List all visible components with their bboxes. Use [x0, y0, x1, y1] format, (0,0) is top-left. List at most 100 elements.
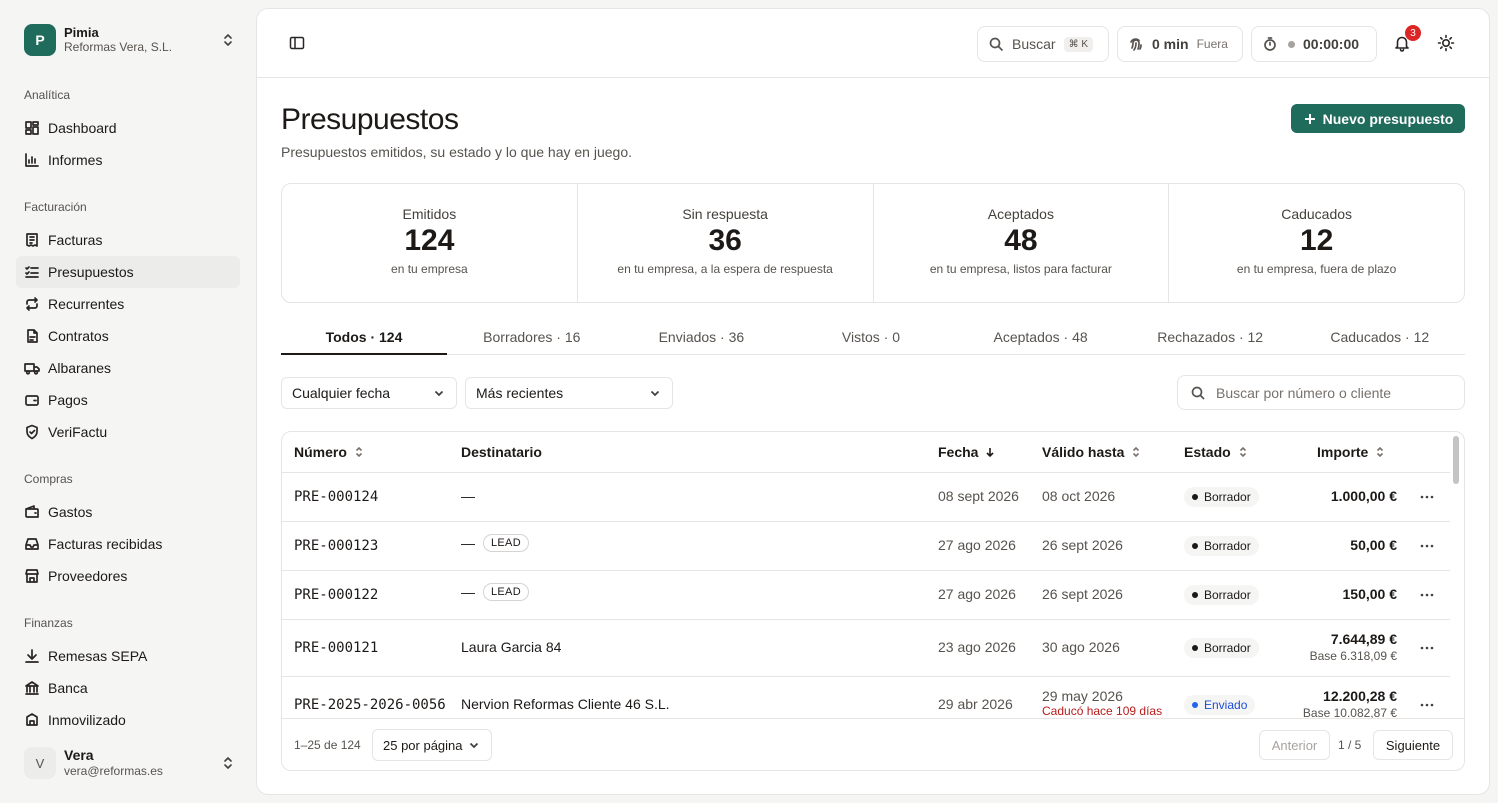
stat-note: en tu empresa, a la espera de respuesta [617, 262, 833, 276]
valid-until: 08 oct 2026 [1042, 488, 1116, 504]
new-quote-button[interactable]: Nuevo presupuesto [1291, 104, 1465, 133]
status-badge: Borrador [1184, 536, 1259, 556]
store-icon [25, 569, 39, 583]
sidebar-item-dashboard[interactable]: Dashboard [16, 112, 240, 144]
stat-aceptados: Aceptados 48 en tu empresa, listos para … [874, 184, 1170, 302]
tab-todos[interactable]: Todos · 124 [281, 323, 447, 355]
time-status: Fuera [1196, 37, 1228, 51]
org-logo: P [24, 24, 56, 56]
sidebar-item-contratos[interactable]: Contratos [16, 320, 240, 352]
time-tracking-button[interactable]: 0 min Fuera [1117, 26, 1243, 62]
col-label: Estado [1184, 444, 1231, 460]
more-horizontal-icon[interactable] [1419, 697, 1435, 713]
user-menu[interactable]: V Vera vera@reformas.es [24, 747, 236, 779]
sidebar-item-informes[interactable]: Informes [16, 144, 240, 176]
amount-cell: 50,00 € [1277, 537, 1397, 553]
sidebar-item-facturas-recibidas[interactable]: Facturas recibidas [16, 528, 240, 560]
org-switcher[interactable]: P Pimia Reformas Vera, S.L. [24, 24, 236, 56]
col-label: Número [294, 444, 347, 460]
download-icon [25, 649, 39, 663]
sidebar-item-facturas[interactable]: Facturas [16, 224, 240, 256]
table-row[interactable]: PRE-000124 — 08 sept 2026 08 oct 2026 Bo… [282, 473, 1450, 522]
recipient-cell: — LEAD [461, 583, 529, 601]
stat-label: Emitidos [402, 206, 457, 222]
sidebar-item-presupuestos[interactable]: Presupuestos [16, 256, 240, 288]
col-label: Válido hasta [1042, 444, 1125, 460]
lead-badge: LEAD [483, 583, 529, 601]
bank-icon [25, 681, 39, 695]
sidebar-item-label: VeriFactu [48, 424, 108, 440]
org-name: Pimia [64, 25, 99, 40]
more-horizontal-icon[interactable] [1419, 538, 1435, 554]
table-row[interactable]: PRE-000123 — LEAD 27 ago 2026 26 sept 20… [282, 522, 1450, 571]
status-label: Borrador [1204, 588, 1251, 602]
sun-icon[interactable] [1437, 34, 1455, 52]
sort-icon [1239, 446, 1246, 458]
stat-value: 48 [1004, 224, 1038, 257]
sidebar-item-recurrentes[interactable]: Recurrentes [16, 288, 240, 320]
next-page-button[interactable]: Siguiente [1373, 730, 1453, 760]
col-amount[interactable]: Importe [1317, 444, 1386, 460]
table-row[interactable]: PRE-000122 — LEAD 27 ago 2026 26 sept 20… [282, 571, 1450, 620]
repeat-icon [26, 297, 38, 311]
status-badge: Borrador [1184, 585, 1259, 605]
sidebar-item-verifactu[interactable]: VeriFactu [16, 416, 240, 448]
valid-until: 26 sept 2026 [1042, 537, 1123, 553]
timer-button[interactable]: 00:00:00 [1251, 26, 1377, 62]
tab-borradores[interactable]: Borradores · 16 [447, 323, 617, 354]
tab-caducados[interactable]: Caducados · 12 [1295, 323, 1465, 354]
table-row[interactable]: PRE-2025-2026-0056 Nervion Reformas Clie… [282, 677, 1450, 718]
search-button[interactable]: Buscar ⌘ K [977, 26, 1109, 62]
tab-aceptados[interactable]: Aceptados · 48 [956, 323, 1126, 354]
date-filter-select[interactable]: Cualquier fecha [281, 377, 457, 409]
col-valid-until[interactable]: Válido hasta [1042, 444, 1142, 460]
status-dot [1192, 645, 1198, 651]
recipient-name: — [461, 584, 475, 600]
recipient-cell: Nervion Reformas Cliente 46 S.L. [461, 696, 670, 712]
recipient-cell: — [461, 488, 475, 504]
tab-vistos[interactable]: Vistos · 0 [786, 323, 956, 354]
table-row[interactable]: PRE-000121 Laura Garcia 84 23 ago 2026 3… [282, 620, 1450, 677]
more-horizontal-icon[interactable] [1419, 489, 1435, 505]
quote-search-input[interactable] [1216, 384, 1456, 401]
sidebar-item-label: Dashboard [48, 120, 117, 136]
previous-page-button[interactable]: Anterior [1259, 730, 1330, 760]
page-title: Presupuestos [281, 103, 459, 136]
table-scrollbar[interactable] [1452, 436, 1460, 718]
valid-until: 30 ago 2026 [1042, 639, 1120, 655]
sidebar-item-pagos[interactable]: Pagos [16, 384, 240, 416]
recipient-name: — [461, 535, 475, 551]
amount-total: 50,00 € [1350, 537, 1397, 553]
chevrons-up-down-icon [224, 34, 232, 46]
status-badge: Enviado [1184, 695, 1256, 715]
tab-rechazados[interactable]: Rechazados · 12 [1125, 323, 1295, 354]
more-horizontal-icon[interactable] [1419, 587, 1435, 603]
quote-search [1177, 375, 1465, 410]
sidebar-item-banca[interactable]: Banca [16, 672, 240, 704]
status-label: Enviado [1204, 698, 1248, 712]
per-page-select[interactable]: 25 por página [372, 729, 492, 761]
sidebar-item-gastos[interactable]: Gastos [16, 496, 240, 528]
stat-note: en tu empresa [391, 262, 468, 276]
sidebar-item-proveedores[interactable]: Proveedores [16, 560, 240, 592]
user-email: vera@reformas.es [64, 764, 163, 778]
notification-badge: 3 [1405, 25, 1421, 41]
sidebar-toggle-icon[interactable] [289, 35, 305, 51]
sidebar-item-label: Facturas recibidas [48, 536, 163, 552]
scrollbar-thumb[interactable] [1453, 436, 1459, 484]
col-date[interactable]: Fecha [938, 444, 996, 460]
valid-until-cell: 29 may 2026 Caducó hace 109 días [1042, 688, 1162, 718]
topbar: Buscar ⌘ K 0 min Fuera 00:00:00 3 [257, 9, 1489, 78]
sidebar-item-remesas-sepa[interactable]: Remesas SEPA [16, 640, 240, 672]
stat-label: Sin respuesta [682, 206, 768, 222]
tab-enviados[interactable]: Enviados · 36 [617, 323, 787, 354]
sidebar-item-albaranes[interactable]: Albaranes [16, 352, 240, 384]
col-number[interactable]: Número [294, 444, 365, 460]
table-body: PRE-000124 — 08 sept 2026 08 oct 2026 Bo… [282, 473, 1450, 718]
col-status[interactable]: Estado [1184, 444, 1249, 460]
sidebar-item-inmovilizado[interactable]: Inmovilizado [16, 704, 240, 736]
more-horizontal-icon[interactable] [1419, 640, 1435, 656]
new-quote-label: Nuevo presupuesto [1322, 110, 1454, 127]
sort-select[interactable]: Más recientes [465, 377, 673, 409]
sidebar-item-label: Remesas SEPA [48, 648, 148, 664]
